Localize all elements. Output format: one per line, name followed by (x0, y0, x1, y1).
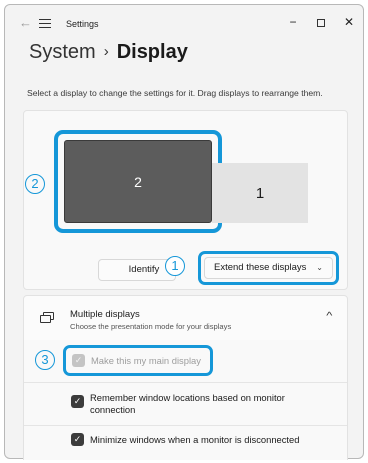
minimize-button[interactable]: − (279, 11, 307, 33)
multiple-displays-header[interactable]: Multiple displays Choose the presentatio… (23, 295, 348, 341)
remember-window-locations-line2: connection (90, 404, 136, 415)
close-button[interactable]: ✕ (335, 11, 363, 33)
remember-window-locations-checkbox[interactable]: ✓ (71, 395, 84, 408)
maximize-button[interactable] (307, 11, 335, 33)
hamburger-menu-icon[interactable] (39, 19, 51, 28)
minimize-windows-label: Minimize windows when a monitor is disco… (90, 434, 300, 445)
identify-button[interactable]: Identify (98, 259, 176, 281)
breadcrumb-system[interactable]: System (29, 41, 96, 63)
remember-window-locations-label: Remember window locations based on monit… (90, 392, 285, 416)
breadcrumb-current: Display (116, 41, 188, 63)
page-title: System › Display (29, 41, 188, 64)
monitor-1[interactable]: 1 (212, 163, 308, 223)
multiple-monitors-icon (40, 312, 54, 323)
scrollbar[interactable] (363, 95, 364, 175)
chevron-right-icon: › (103, 43, 109, 60)
minimize-windows-checkbox[interactable]: ✓ (71, 433, 84, 446)
main-display-highlight (63, 345, 213, 376)
multiple-displays-title: Multiple displays (70, 309, 140, 320)
callout-2: 2 (25, 174, 45, 194)
chevron-up-icon[interactable]: ^ (326, 311, 332, 322)
back-arrow-icon[interactable]: ← (19, 15, 32, 30)
window-title: Settings (66, 19, 99, 29)
display-description: Select a display to change the settings … (27, 88, 323, 98)
dropdown-highlight (198, 251, 339, 285)
divider (24, 425, 347, 426)
title-bar: ← Settings − ✕ (5, 5, 363, 39)
remember-window-locations-line1: Remember window locations based on monit… (90, 392, 285, 403)
maximize-icon (317, 18, 325, 27)
callout-3: 3 (35, 350, 55, 370)
multiple-displays-subtitle: Choose the presentation mode for your di… (70, 322, 232, 331)
callout-1: 1 (165, 256, 185, 276)
divider (24, 382, 347, 383)
monitor-2-highlight (54, 130, 222, 233)
